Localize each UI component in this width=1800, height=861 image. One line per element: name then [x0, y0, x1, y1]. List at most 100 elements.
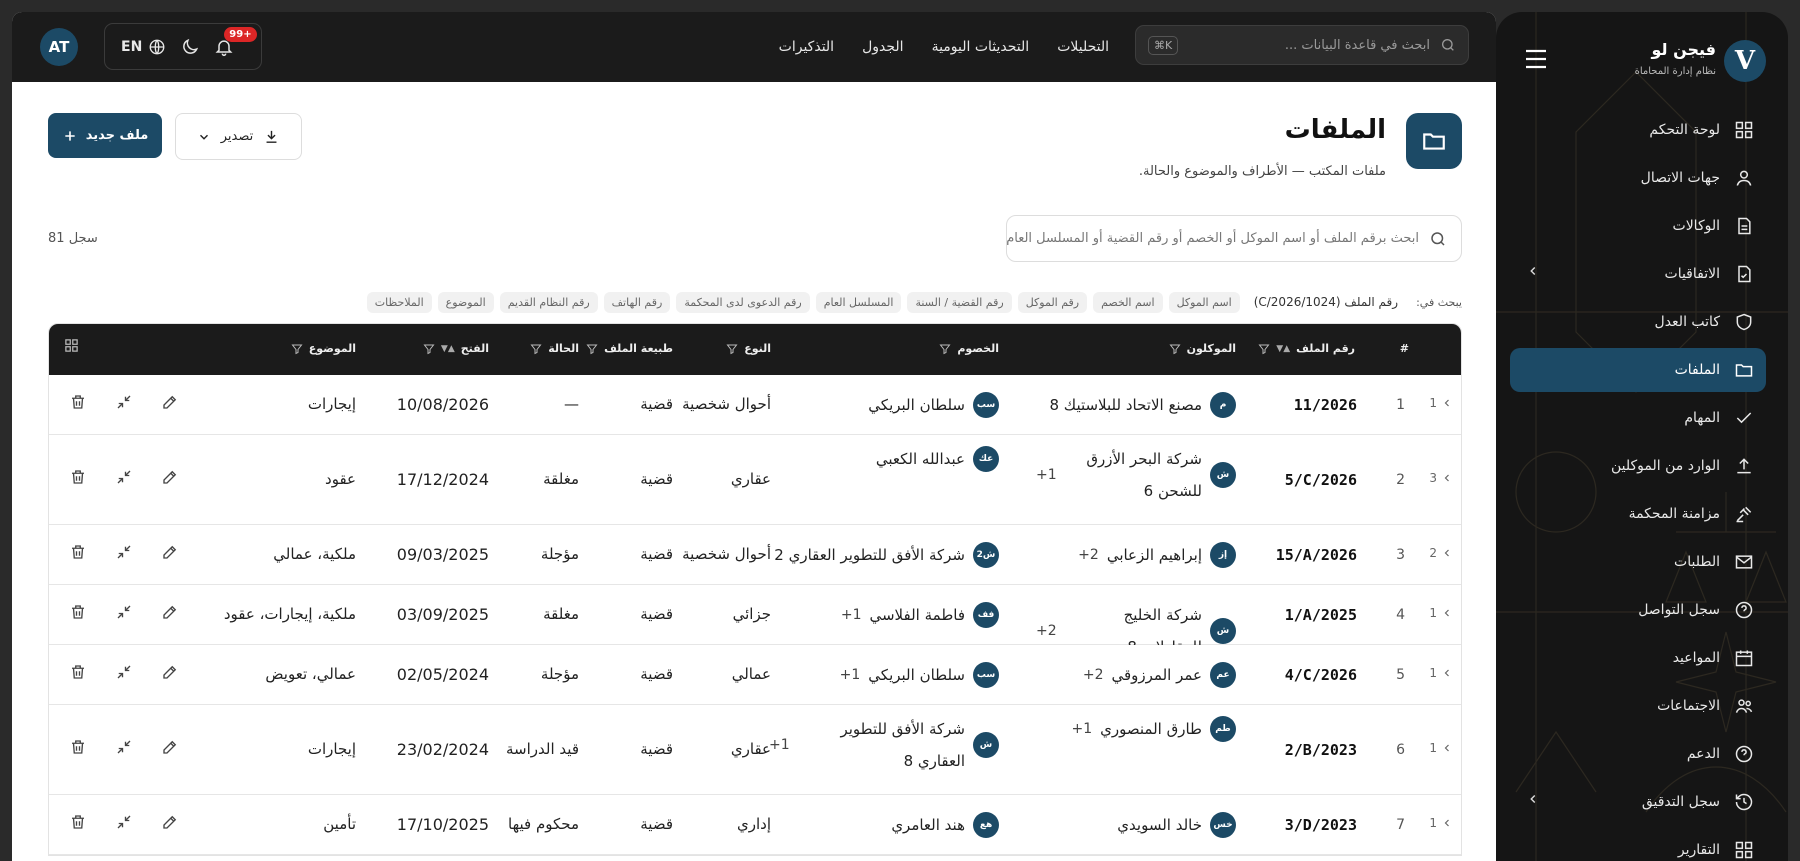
opponent[interactable]: عك عبدالله الكعبي	[876, 443, 999, 475]
header-opponents[interactable]: الخصوم	[939, 342, 999, 355]
sidebar-item[interactable]: المواعيد	[1510, 636, 1766, 680]
collapse-icon[interactable]	[115, 813, 133, 831]
global-search[interactable]: ابحث في قاعدة البيانات ... K⌘	[1135, 25, 1469, 65]
edit-icon[interactable]	[161, 393, 179, 411]
file-number[interactable]: 15/A/2026	[1276, 546, 1357, 564]
sidebar-item[interactable]: جهات الاتصال	[1510, 156, 1766, 200]
sidebar-item[interactable]: مزامنة المحكمة	[1510, 492, 1766, 536]
nav-reminders[interactable]: التذكيرات	[779, 39, 834, 55]
delete-icon[interactable]	[69, 468, 87, 486]
table-row[interactable]: 1 7 3/D/2023 خس خالد السويدي هع هند العا…	[49, 795, 1461, 855]
opponent-more[interactable]: 1+	[840, 667, 861, 683]
delete-icon[interactable]	[69, 543, 87, 561]
header-clients[interactable]: الموكلون	[1169, 342, 1236, 355]
opponent-more[interactable]: 1+	[841, 607, 862, 623]
column-settings-icon[interactable]	[64, 338, 79, 353]
sidebar-item[interactable]: كاتب العدل	[1510, 300, 1766, 344]
search-field-chip[interactable]: الموضوع	[437, 291, 494, 313]
search-field-chip[interactable]: المسلسل العام	[815, 291, 902, 313]
search-field-chip[interactable]: رقم الهاتف	[603, 291, 671, 313]
chevron-left-icon[interactable]	[1526, 264, 1540, 278]
opponent[interactable]: ش2 شركة الأفق للتطوير العقاري 2	[774, 539, 999, 571]
client[interactable]: خس خالد السويدي	[1117, 809, 1236, 841]
edit-icon[interactable]	[161, 813, 179, 831]
file-search-input[interactable]: ابحث برقم الملف أو اسم الموكل أو الخصم أ…	[1006, 215, 1462, 262]
sidebar-item[interactable]: الملفات	[1510, 348, 1766, 392]
collapse-icon[interactable]	[115, 738, 133, 756]
collapse-icon[interactable]	[115, 543, 133, 561]
notifications-button[interactable]: 99+	[214, 26, 257, 57]
header-nature[interactable]: طبيعة الملف	[586, 342, 673, 355]
sidebar-item[interactable]: الدعم	[1510, 732, 1766, 776]
table-row[interactable]: 1 1 11/2026 م مصنع الاتحاد للبلاستيك 8 س…	[49, 375, 1461, 435]
sidebar-item[interactable]: سجل التدقيق	[1510, 780, 1766, 824]
opponent[interactable]: سب سلطان البريكي	[868, 389, 999, 421]
client-more[interactable]: 2+	[1036, 623, 1057, 639]
collapse-icon[interactable]	[115, 468, 133, 486]
table-row[interactable]: 3 2 5/C/2026 ش شركة البحر الأزرق للشحن 6…	[49, 435, 1461, 525]
export-button[interactable]: تصدير	[175, 113, 302, 160]
sidebar-item[interactable]: الاجتماعات	[1510, 684, 1766, 728]
expand-row-button[interactable]: 1	[1429, 606, 1453, 620]
delete-icon[interactable]	[69, 813, 87, 831]
chevron-left-icon[interactable]	[1526, 792, 1540, 806]
new-file-button[interactable]: ملف جديد	[48, 113, 162, 158]
menu-toggle-button[interactable]	[1524, 48, 1548, 70]
header-status[interactable]: الحالة	[530, 342, 579, 355]
search-field-chip[interactable]: الملاحظات	[366, 291, 432, 313]
file-number[interactable]: 5/C/2026	[1285, 471, 1357, 489]
search-field-chip[interactable]: رقم النظام القديم	[499, 291, 598, 313]
file-number[interactable]: 1/A/2025	[1285, 606, 1357, 624]
collapse-icon[interactable]	[115, 393, 133, 411]
edit-icon[interactable]	[161, 738, 179, 756]
search-field-chip[interactable]: رقم الملف (C/2026/1024)	[1246, 291, 1406, 313]
search-field-chip[interactable]: اسم الخصم	[1093, 291, 1163, 313]
search-field-chip[interactable]: رقم القضية / السنة	[907, 291, 1012, 313]
opponent-more[interactable]: 1+	[769, 737, 790, 753]
client-more[interactable]: 2+	[1078, 547, 1099, 563]
expand-row-button[interactable]: 1	[1429, 816, 1453, 830]
search-field-chip[interactable]: اسم الموكل	[1168, 291, 1240, 313]
user-avatar[interactable]: AT	[40, 28, 78, 66]
table-row[interactable]: 1 6 2/B/2023 طم طارق المنصوري 1+ ش شركة …	[49, 705, 1461, 795]
delete-icon[interactable]	[69, 738, 87, 756]
client-more[interactable]: 1+	[1036, 467, 1057, 483]
delete-icon[interactable]	[69, 663, 87, 681]
client[interactable]: ش شركة البحر الأزرق للشحن 6 1+	[1036, 443, 1236, 507]
client[interactable]: عم عمر المرزوقي 2+	[1083, 659, 1236, 691]
table-row[interactable]: 1 5 4/C/2026 عم عمر المرزوقي 2+ سب سلطان…	[49, 645, 1461, 705]
nav-schedule[interactable]: الجدول	[862, 39, 903, 55]
client[interactable]: طم طارق المنصوري 1+	[1072, 713, 1236, 745]
client-more[interactable]: 2+	[1083, 667, 1104, 683]
file-number[interactable]: 3/D/2023	[1285, 816, 1357, 834]
edit-icon[interactable]	[161, 543, 179, 561]
expand-row-button[interactable]: 1	[1429, 666, 1453, 680]
sidebar-item[interactable]: سجل التواصل	[1510, 588, 1766, 632]
expand-row-button[interactable]: 1	[1429, 396, 1453, 410]
client[interactable]: م مصنع الاتحاد للبلاستيك 8	[1049, 389, 1236, 421]
sidebar-item[interactable]: لوحة التحكم	[1510, 108, 1766, 152]
sidebar-item[interactable]: الطلبات	[1510, 540, 1766, 584]
edit-icon[interactable]	[161, 663, 179, 681]
file-number[interactable]: 4/C/2026	[1285, 666, 1357, 684]
expand-row-button[interactable]: 2	[1429, 546, 1453, 560]
nav-daily-updates[interactable]: التحديثات اليومية	[932, 39, 1030, 55]
opponent[interactable]: فف فاطمة الفلاسي 1+	[841, 599, 999, 631]
table-row[interactable]: 2 3 15/A/2026 إز إبراهيم الزعابي 2+ ش2 ش…	[49, 525, 1461, 585]
collapse-icon[interactable]	[115, 663, 133, 681]
sidebar-item[interactable]: الوكالات	[1510, 204, 1766, 248]
sidebar-item[interactable]: الاتفاقيات	[1510, 252, 1766, 296]
table-row[interactable]: 1 4 1/A/2025 ش شركة الخليج للمقاولات 8 2…	[49, 585, 1461, 656]
opponent[interactable]: ش شركة الأفق للتطوير العقاري 8 1+	[769, 713, 999, 777]
brand-logo[interactable]: V	[1724, 40, 1766, 82]
header-subject[interactable]: الموضوع	[291, 342, 356, 355]
opponent[interactable]: سب سلطان البريكي 1+	[840, 659, 999, 691]
client[interactable]: إز إبراهيم الزعابي 2+	[1078, 539, 1236, 571]
search-field-chip[interactable]: رقم الدعوى لدى المحكمة	[676, 291, 810, 313]
delete-icon[interactable]	[69, 393, 87, 411]
client-more[interactable]: 1+	[1072, 721, 1093, 737]
sidebar-item[interactable]: التقارير	[1510, 828, 1766, 861]
header-type[interactable]: النوع	[726, 342, 771, 355]
expand-row-button[interactable]: 1	[1429, 741, 1453, 755]
dark-mode-toggle[interactable]	[180, 37, 200, 57]
